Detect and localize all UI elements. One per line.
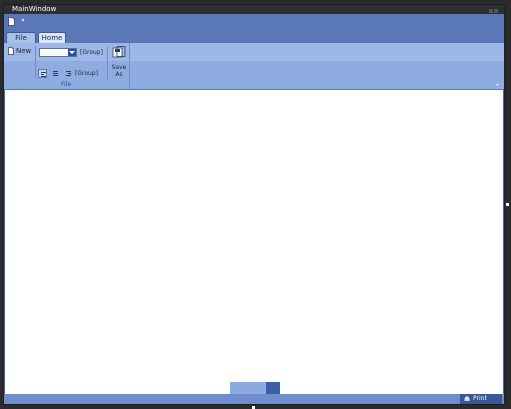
tab-home[interactable]: Home: [38, 32, 66, 43]
chevron-down-icon[interactable]: ▾: [20, 17, 26, 25]
ribbon-tabs: File Home: [4, 31, 504, 43]
document-icon[interactable]: [8, 17, 15, 26]
ribbon-group-file: New [Group] [Group] Save As File: [4, 43, 130, 89]
save-as-icon: [112, 46, 126, 60]
new-button-label: New: [16, 47, 32, 55]
new-button[interactable]: New: [8, 46, 31, 56]
tab-file[interactable]: File: [6, 32, 36, 43]
group-label-2: [Group]: [75, 70, 98, 77]
status-bar: Print: [4, 394, 504, 404]
horizontal-scrollbar[interactable]: [230, 382, 280, 394]
align-left-button[interactable]: [38, 69, 47, 78]
scrollbar-track[interactable]: [230, 382, 266, 394]
minimize-icon[interactable]: [489, 9, 493, 13]
align-center-button[interactable]: [51, 69, 60, 78]
chevron-down-icon[interactable]: [68, 49, 76, 56]
close-icon[interactable]: [494, 9, 498, 13]
group-divider: [129, 43, 130, 89]
document-icon: [8, 47, 14, 55]
group-separator: [107, 46, 108, 79]
align-right-button[interactable]: [64, 69, 73, 78]
window-controls[interactable]: [488, 7, 500, 13]
save-as-label: Save As: [111, 64, 127, 78]
document-canvas[interactable]: [5, 90, 503, 394]
ribbon: New [Group] [Group] Save As File ◂: [4, 43, 504, 90]
group-combobox[interactable]: [39, 48, 77, 57]
ribbon-launcher-icon[interactable]: ◂: [494, 82, 500, 88]
ribbon-group-label: File: [60, 81, 72, 88]
quick-access-toolbar: ▾: [4, 14, 504, 31]
save-as-button[interactable]: Save As: [110, 46, 128, 78]
print-button[interactable]: Print: [460, 394, 502, 404]
resize-handle-right[interactable]: [506, 203, 509, 206]
printer-icon: [464, 396, 470, 402]
print-label: Print: [473, 395, 487, 402]
title-bar[interactable]: MainWindow: [4, 5, 504, 14]
group-separator: [35, 46, 36, 79]
main-window: MainWindow ▾ File Home New [Group] [Grou…: [3, 4, 505, 405]
window-title: MainWindow: [12, 5, 57, 13]
group-label-1: [Group]: [80, 49, 103, 56]
scrollbar-thumb[interactable]: [266, 382, 280, 394]
